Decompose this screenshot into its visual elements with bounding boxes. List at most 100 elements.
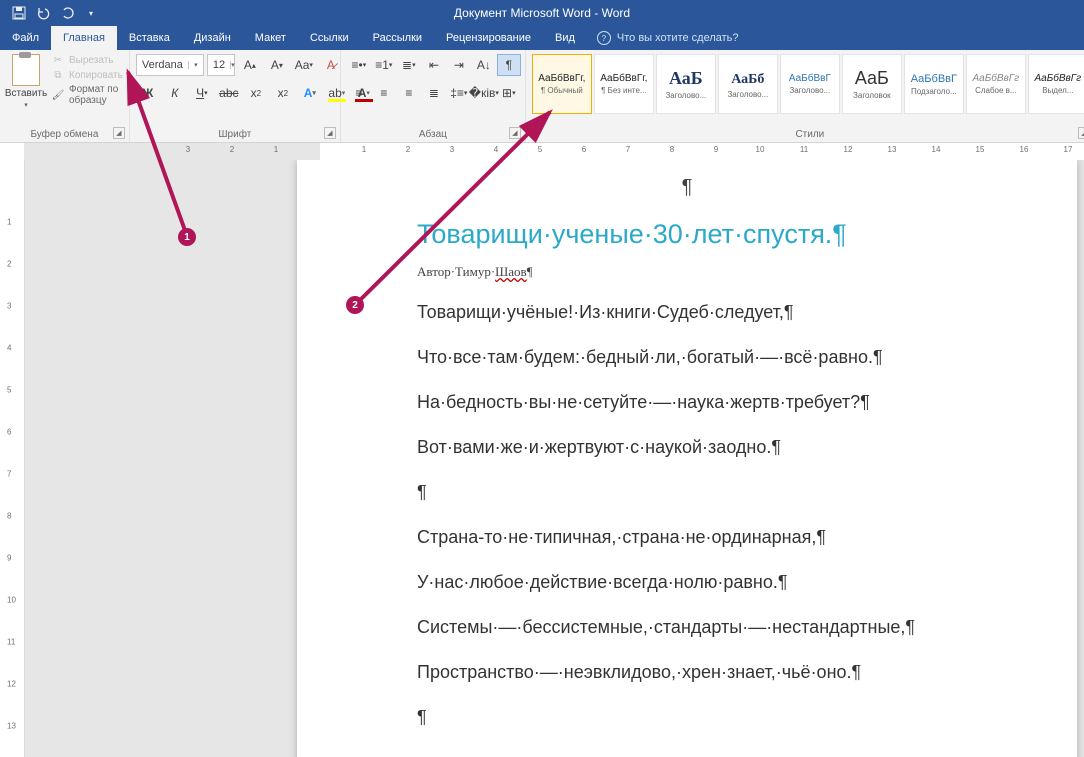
chevron-down-icon: ▾ xyxy=(230,61,235,69)
author-name: Шаов xyxy=(495,264,527,279)
font-dialog-launch[interactable]: ◢ xyxy=(324,127,336,139)
line-spacing-button[interactable]: ‡≡▾ xyxy=(447,82,471,104)
shrink-font-button[interactable]: A▾ xyxy=(265,54,289,76)
ribbon: Вставить ▾ ✂ Вырезать ⧉Копировать 🖌 Формат… xyxy=(0,50,1084,143)
style-s-nospace[interactable]: АаБбВвГг,¶ Без инте... xyxy=(594,54,654,114)
strike-button[interactable]: abc xyxy=(217,82,241,104)
shading-button[interactable]: �ків▾ xyxy=(472,82,496,104)
style-s-title[interactable]: АаБЗаголовок xyxy=(842,54,902,114)
tab-references[interactable]: Ссылки xyxy=(298,26,361,50)
align-left-button[interactable]: ≡ xyxy=(347,82,371,104)
align-right-button[interactable]: ≡ xyxy=(397,82,421,104)
document-line[interactable]: У·нас·любое·действие·всегда·нолю·равно.¶ xyxy=(417,572,957,593)
group-label-clipboard: Буфер обмена xyxy=(0,129,129,140)
document-body[interactable]: Товарищи·учёные!·Из·книги·Судеб·следует,… xyxy=(417,302,957,728)
styles-dialog-launch[interactable]: ◢ xyxy=(1078,127,1084,139)
document-line[interactable]: На·бедность·вы·не·сетуйте·—·наука·жертв·… xyxy=(417,392,957,413)
format-painter-button[interactable]: 🖌 Формат по образцу xyxy=(52,84,123,106)
word-window: ▾ Документ Microsoft Word - Word Файл Гл… xyxy=(0,0,1084,757)
save-icon[interactable] xyxy=(12,6,26,20)
justify-button[interactable]: ≣ xyxy=(422,82,446,104)
chevron-down-icon: ▾ xyxy=(188,61,203,69)
numbering-button[interactable]: ≡1▾ xyxy=(372,54,396,76)
format-painter-label: Формат по образцу xyxy=(69,84,123,106)
document-line[interactable]: ¶ xyxy=(417,482,957,503)
annotation-2: 2 xyxy=(346,296,364,314)
tab-layout[interactable]: Макет xyxy=(243,26,298,50)
document-line[interactable]: Товарищи·учёные!·Из·книги·Судеб·следует,… xyxy=(417,302,957,323)
qat-dropdown-icon[interactable]: ▾ xyxy=(84,6,98,20)
tab-mailings[interactable]: Рассылки xyxy=(361,26,434,50)
tab-insert[interactable]: Вставка xyxy=(117,26,182,50)
pilcrow-top: ¶ xyxy=(417,176,957,199)
document-line[interactable]: ¶ xyxy=(417,707,957,728)
redo-icon[interactable] xyxy=(60,6,74,20)
paste-button[interactable]: Вставить ▾ xyxy=(6,54,46,109)
copy-button[interactable]: ⧉Копировать xyxy=(52,69,123,81)
document-line[interactable]: Пространство·—·неэвклидово,·хрен·знает,·… xyxy=(417,662,957,683)
undo-icon[interactable] xyxy=(36,6,50,20)
style-s-weak[interactable]: АаБбВвГгСлабое в... xyxy=(966,54,1026,114)
document-line[interactable]: Системы·—·бессистемные,·стандарты·—·нест… xyxy=(417,617,957,638)
style-s-sub[interactable]: АаБбВвГПодзаголо... xyxy=(904,54,964,114)
italic-button[interactable]: К xyxy=(163,82,187,104)
paragraph-dialog-launch[interactable]: ◢ xyxy=(509,127,521,139)
grow-font-button[interactable]: A▴ xyxy=(238,54,262,76)
document-heading[interactable]: Товарищи·ученые·30·лет·спустя.¶ xyxy=(417,219,957,250)
tab-review[interactable]: Рецензирование xyxy=(434,26,543,50)
group-label-paragraph: Абзац xyxy=(341,129,525,140)
decrease-indent-button[interactable]: ⇤ xyxy=(422,54,446,76)
tab-file[interactable]: Файл xyxy=(0,26,51,50)
cut-button[interactable]: ✂ Вырезать xyxy=(52,54,123,66)
ruler-vertical[interactable]: 1234567891011121314 xyxy=(0,160,25,757)
tab-view[interactable]: Вид xyxy=(543,26,587,50)
page-area[interactable]: ¶ Товарищи·ученые·30·лет·спустя.¶ Автор·… xyxy=(25,160,1084,757)
borders-button[interactable]: ⊞▾ xyxy=(497,82,521,104)
copy-label: Копировать xyxy=(69,70,123,81)
align-center-button[interactable]: ≡ xyxy=(372,82,396,104)
group-paragraph: ≡•▾ ≡1▾ ≣▾ ⇤ ⇥ A↓ ¶ ≡ ≡ ≡ ≣ ‡≡▾ �ків▾ ⊞▾… xyxy=(341,50,526,142)
cut-label: Вырезать xyxy=(69,55,113,66)
show-pilcrow-button[interactable]: ¶ xyxy=(497,54,521,76)
subscript-button[interactable]: x2 xyxy=(244,82,268,104)
style-gallery[interactable]: АаБбВвГг,¶ ОбычныйАаБбВвГг,¶ Без инте...… xyxy=(532,54,1084,114)
lightbulb-icon: ? xyxy=(597,31,611,45)
style-s-em[interactable]: АаБбВвГгВыдел... xyxy=(1028,54,1084,114)
group-font: Verdana▾ 12▾ A▴ A▾ Aa▾ A̷ Ж К Ч▾ abc x2 … xyxy=(130,50,341,142)
document-line[interactable]: Вот·вами·же·и·жертвуют·с·наукой·заодно.¶ xyxy=(417,437,957,458)
document-page[interactable]: ¶ Товарищи·ученые·30·лет·спустя.¶ Автор·… xyxy=(297,160,1077,757)
style-s-h3[interactable]: АаБбВвГЗаголово... xyxy=(780,54,840,114)
document-line[interactable]: Страна-то·не·типичная,·страна·не·ординар… xyxy=(417,527,957,548)
tab-design[interactable]: Дизайн xyxy=(182,26,243,50)
tab-home[interactable]: Главная xyxy=(51,26,117,50)
quick-access-toolbar: ▾ xyxy=(0,0,98,26)
style-s-normal[interactable]: АаБбВвГг,¶ Обычный xyxy=(532,54,592,114)
bullets-button[interactable]: ≡•▾ xyxy=(347,54,371,76)
font-name-value: Verdana xyxy=(137,59,188,71)
group-styles: АаБбВвГг,¶ ОбычныйАаБбВвГг,¶ Без инте...… xyxy=(526,50,1084,142)
change-case-button[interactable]: Aa▾ xyxy=(292,54,316,76)
clipboard-dialog-launch[interactable]: ◢ xyxy=(113,127,125,139)
superscript-button[interactable]: x2 xyxy=(271,82,295,104)
font-size-combo[interactable]: 12▾ xyxy=(207,54,235,76)
clear-format-button[interactable]: A̷ xyxy=(319,54,343,76)
font-name-combo[interactable]: Verdana▾ xyxy=(136,54,204,76)
ribbon-tabs: Файл Главная Вставка Дизайн Макет Ссылки… xyxy=(0,26,1084,50)
underline-button[interactable]: Ч▾ xyxy=(190,82,214,104)
group-clipboard: Вставить ▾ ✂ Вырезать ⧉Копировать 🖌 Формат… xyxy=(0,50,130,142)
style-s-h2[interactable]: АаБбЗаголово... xyxy=(718,54,778,114)
text-effects-button[interactable]: A▾ xyxy=(298,82,322,104)
group-label-styles: Стили xyxy=(526,129,1084,140)
scissors-icon: ✂ xyxy=(52,54,64,66)
clipboard-icon xyxy=(12,54,40,86)
sort-button[interactable]: A↓ xyxy=(472,54,496,76)
bold-button[interactable]: Ж xyxy=(136,82,160,104)
brush-icon: 🖌 xyxy=(52,89,64,101)
document-author[interactable]: Автор·Тимур·Шаов¶ xyxy=(417,264,957,280)
increase-indent-button[interactable]: ⇥ xyxy=(447,54,471,76)
multilevel-button[interactable]: ≣▾ xyxy=(397,54,421,76)
tell-me[interactable]: ? Что вы хотите сделать? xyxy=(597,26,739,50)
style-s-h1[interactable]: АаБЗаголово... xyxy=(656,54,716,114)
group-label-font: Шрифт xyxy=(130,129,340,140)
document-line[interactable]: Что·все·там·будем:·бедный·ли,·богатый·—·… xyxy=(417,347,957,368)
